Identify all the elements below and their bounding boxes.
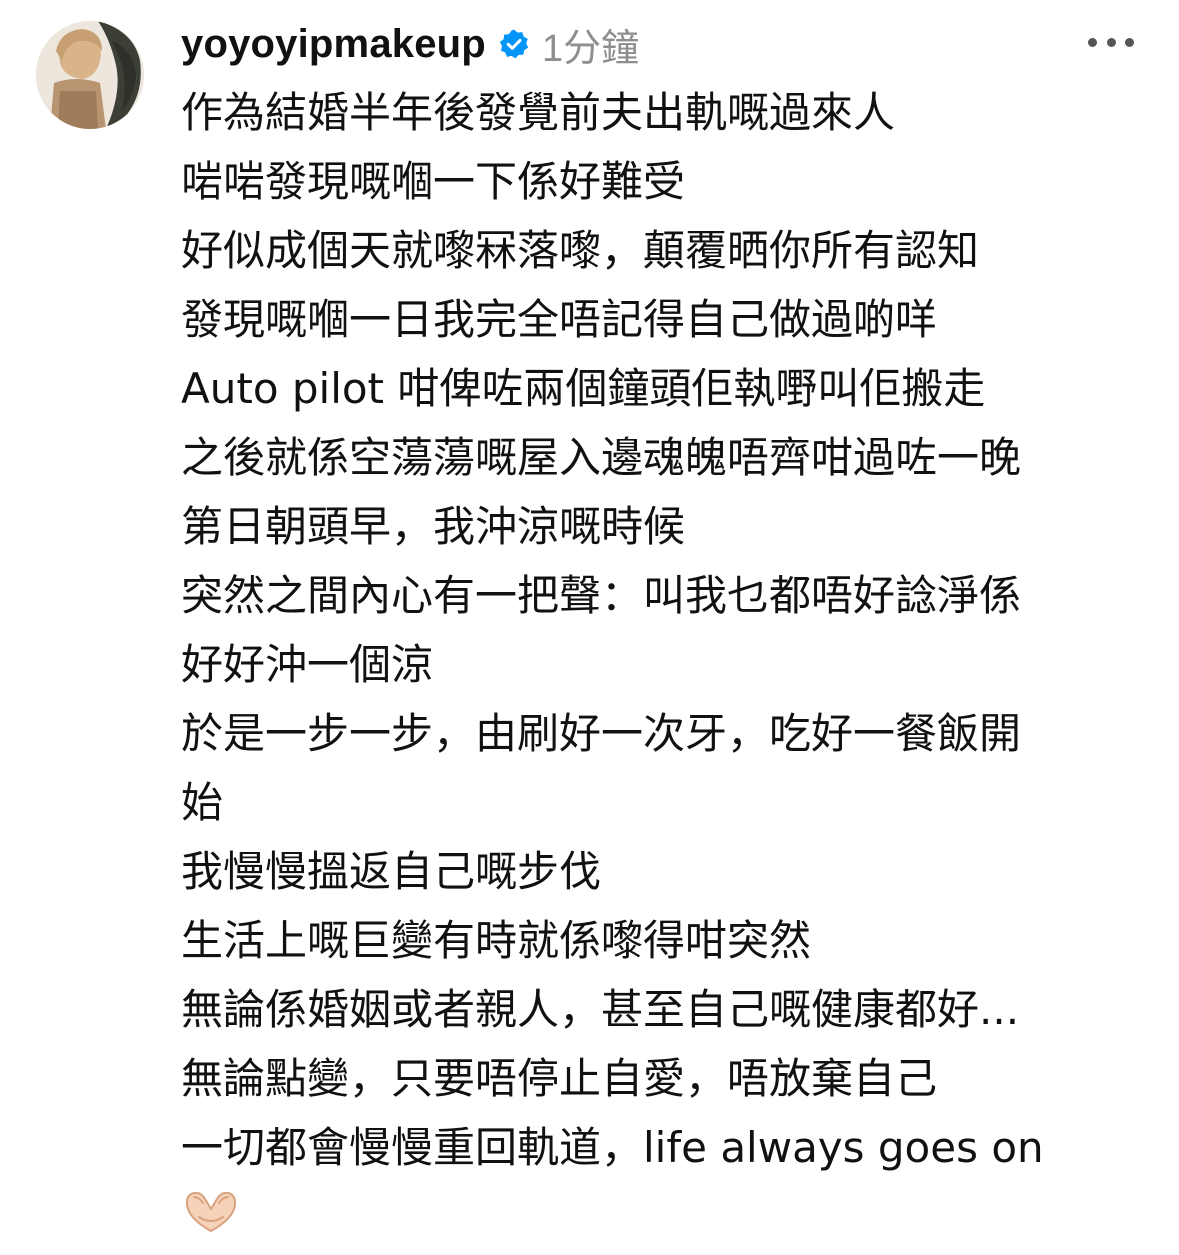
heart-hands-emoji xyxy=(181,1182,1111,1246)
comment-line: 無論點變，只要唔停止自愛，唔放棄自己 xyxy=(181,1054,938,1103)
comment-line: 之後就係空蕩蕩嘅屋入邊魂魄唔齊咁過咗一晚 xyxy=(181,433,1022,482)
comment-item: yoyoyipmakeup 1分鐘 作為結婚半年後發覺前夫出軌嘅過來人 啱啱發現… xyxy=(0,0,1179,1233)
avatar-image xyxy=(36,21,144,129)
more-dot xyxy=(1106,37,1116,47)
comment-header: yoyoyipmakeup 1分鐘 xyxy=(181,16,639,72)
comment-line: 第日朝頭早，我沖涼嘅時候 xyxy=(181,502,686,551)
comment-line: Auto pilot 咁俾咗兩個鐘頭佢執嘢叫佢搬走 xyxy=(181,364,986,413)
verified-badge-icon xyxy=(498,28,530,60)
comment-line: 我慢慢搵返自己嘅步伐 xyxy=(181,847,602,896)
comment-line: 啱啱發現嘅嗰一下係好難受 xyxy=(181,157,686,206)
comment-line: 好好沖一個涼 xyxy=(181,640,434,689)
comment-line: 突然之間內心有一把聲：叫我乜都唔好諗淨係 xyxy=(181,571,1022,620)
more-dot xyxy=(1088,37,1097,47)
avatar[interactable] xyxy=(36,21,144,129)
more-options-icon[interactable] xyxy=(1088,28,1134,56)
comment-line: 作為結婚半年後發覺前夫出軌嘅過來人 xyxy=(181,88,896,137)
username-link[interactable]: yoyoyipmakeup xyxy=(181,22,486,67)
comment-text: 作為結婚半年後發覺前夫出軌嘅過來人 啱啱發現嘅嗰一下係好難受 好似成個天就嚟冧落… xyxy=(181,78,1111,1246)
comment-line: 發現嘅嗰一日我完全唔記得自己做過啲咩 xyxy=(181,295,938,344)
comment-line: 生活上嘅巨變有時就係嚟得咁突然 xyxy=(181,916,812,965)
comment-line: 好似成個天就嚟冧落嚟，顛覆晒你所有認知 xyxy=(181,226,980,275)
more-dot xyxy=(1125,37,1134,47)
comment-line: 一切都會慢慢重回軌道，life always goes on xyxy=(181,1123,1044,1172)
comment-timestamp: 1分鐘 xyxy=(541,27,640,70)
comment-line: 始 xyxy=(181,778,224,827)
heart-hands-icon xyxy=(185,1191,237,1233)
comment-line: 於是一步一步，由刷好一次牙，吃好一餐飯開 xyxy=(181,709,1022,758)
comment-line: 無論係婚姻或者親人，甚至自己嘅健康都好... xyxy=(181,985,1020,1034)
